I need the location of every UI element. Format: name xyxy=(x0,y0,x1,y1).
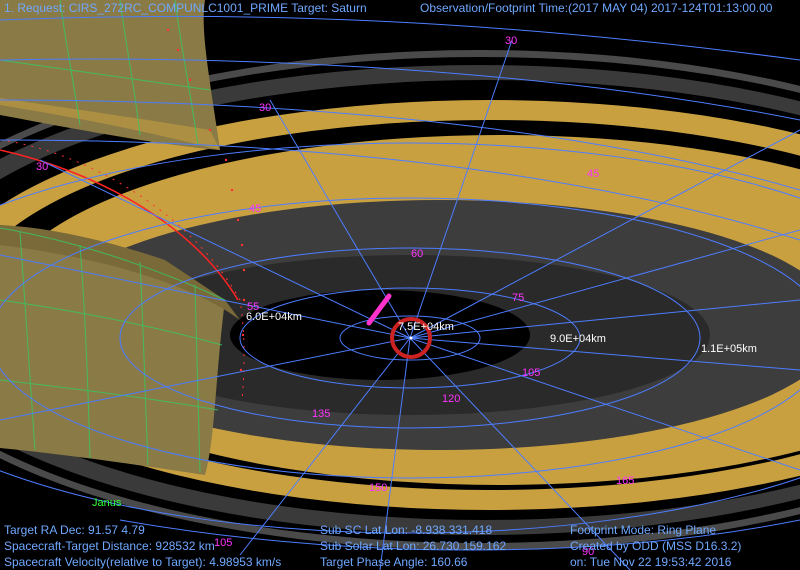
range-label-110k: 1.1E+05km xyxy=(701,343,757,355)
angle-label: 135 xyxy=(312,408,331,420)
phase-angle: Target Phase Angle: 160.66 xyxy=(320,555,468,569)
angle-label: 30 xyxy=(259,102,272,114)
sub-solar-latlon: Sub Solar Lat Lon: 26.730 159.162 xyxy=(320,539,507,553)
angle-label: 45 xyxy=(249,203,262,215)
angle-label: 105 xyxy=(214,537,233,549)
range-label-75k: 7.5E+04km xyxy=(398,321,454,333)
boresight-dot xyxy=(409,336,413,340)
footprint-mode: Footprint Mode: Ring Plane xyxy=(570,523,717,537)
angle-label: 75 xyxy=(512,292,525,304)
angle-label: 30 xyxy=(36,161,49,173)
angle-label: 120 xyxy=(442,393,461,405)
target-ra-dec: Target RA Dec: 91.57 4.79 xyxy=(4,523,145,537)
ring-plane-view xyxy=(0,0,800,570)
observation-time-label: Observation/Footprint Time:(2017 MAY 04)… xyxy=(420,1,773,15)
angle-label: 60 xyxy=(411,248,424,260)
created-by: Created by ODD (MSS D16.3.2) xyxy=(570,539,742,553)
sub-sc-latlon: Sub SC Lat Lon: -8.938 331.418 xyxy=(320,523,493,537)
angle-label: 55 xyxy=(247,301,260,313)
spacecraft-velocity: Spacecraft Velocity(relative to Target):… xyxy=(4,555,282,569)
spacecraft-distance: Spacecraft-Target Distance: 928532 km xyxy=(4,539,215,553)
angle-label: 150 xyxy=(369,482,388,494)
request-label: 1. Request: CIRS_272RC_COMPUNLC1001_PRIM… xyxy=(4,1,367,15)
created-date: on: Tue Nov 22 19:53:42 2016 xyxy=(570,555,732,569)
angle-label: 105 xyxy=(522,367,541,379)
angle-label: 45 xyxy=(587,168,600,180)
angle-label: 30 xyxy=(505,35,518,47)
range-label-90k: 9.0E+04km xyxy=(550,333,606,345)
moon-label-janus: Janus xyxy=(92,497,122,509)
angle-label: 165 xyxy=(616,475,635,487)
